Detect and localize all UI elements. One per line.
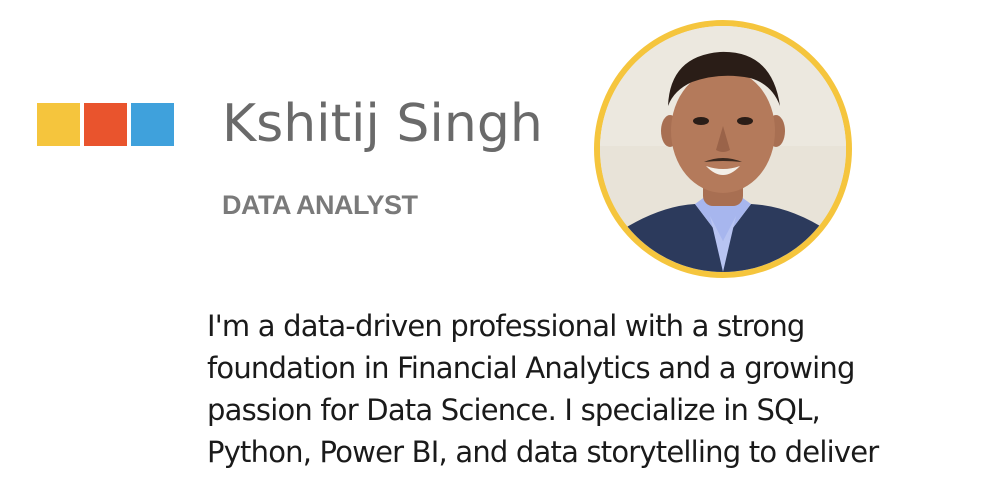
bio-line: Python, Power BI, and data storytelling … — [207, 435, 879, 469]
logo-square-blue — [131, 103, 174, 146]
bio-line: I'm a data-driven professional with a st… — [207, 309, 805, 343]
brand-logo — [37, 103, 178, 146]
profile-name: Kshitij Singh — [222, 94, 543, 154]
bio-line: passion for Data Science. I specialize i… — [207, 393, 821, 427]
avatar-photo — [600, 26, 846, 272]
profile-avatar — [594, 20, 852, 278]
bio-line: foundation in Financial Analytics and a … — [207, 351, 855, 385]
logo-square-orange — [84, 103, 127, 146]
logo-square-yellow — [37, 103, 80, 146]
profile-role: DATA ANALYST — [222, 190, 418, 220]
profile-bio: I'm a data-driven professional with a st… — [207, 305, 967, 473]
